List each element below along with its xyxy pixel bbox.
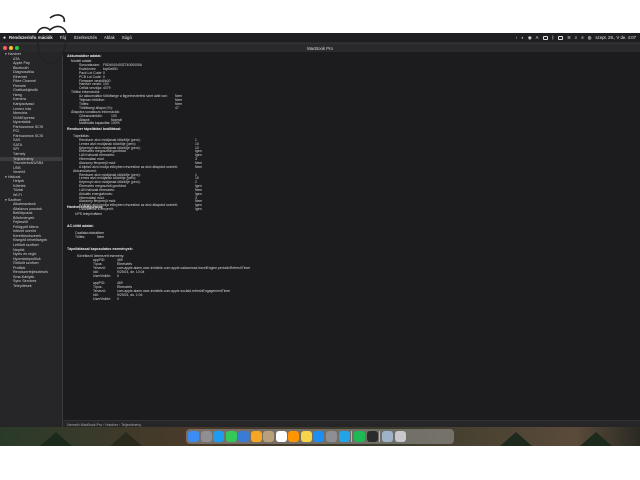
appstore-icon[interactable] — [313, 431, 325, 442]
system-information-window: MacBook Pro ▾ Hardver ATA Apple Pay Bluetoo… — [0, 43, 640, 428]
photos-icon[interactable] — [250, 431, 262, 442]
wifi-icon[interactable]: ≋ — [567, 35, 571, 41]
reminders-icon[interactable] — [288, 431, 300, 442]
desktop-screen: ● Rendszerinformációk Fájl Szerkesztés A… — [0, 33, 640, 446]
messages-icon[interactable] — [225, 431, 237, 442]
downloads-icon[interactable] — [382, 431, 394, 442]
info-label: Maximális kapacitás: — [79, 121, 111, 126]
sidebar-item[interactable]: Telepítések — [0, 284, 62, 289]
launchpad-icon[interactable] — [200, 431, 212, 442]
info-value: 47 — [175, 105, 179, 110]
text-input-icon[interactable]: A — [536, 35, 539, 40]
info-label: UserVisible: — [93, 297, 112, 301]
chevron-left-icon[interactable]: ‹ — [516, 35, 517, 40]
trash-icon[interactable] — [394, 431, 406, 442]
terminal-icon[interactable] — [366, 431, 378, 442]
camera-icon[interactable]: ◉ — [528, 35, 532, 41]
safari-icon[interactable] — [213, 431, 225, 442]
menu-help[interactable]: Súgó — [122, 35, 132, 40]
menubar-clock[interactable]: szept. 29., V de. 4:07 — [595, 35, 636, 40]
window-title: MacBook Pro — [307, 45, 333, 51]
info-label: UserVisible: — [93, 273, 112, 278]
menu-extras: ‹ ◐ ◉ A ᛒ ≋ ⌕ ≡ ◍ szept. 29., V de. 4:07 — [516, 33, 636, 42]
calendar-icon[interactable] — [275, 431, 287, 442]
apple-logo-overlay — [36, 14, 68, 65]
info-value: 0 — [117, 297, 119, 301]
sync-icon[interactable]: ◐ — [521, 35, 524, 40]
search-icon[interactable]: ⌕ — [575, 35, 577, 40]
info-value: bq40z651 — [103, 66, 118, 71]
sidebar[interactable]: ▾ Hardver ATA Apple Pay Bluetooth Diagnoszti… — [0, 52, 63, 428]
finder-icon[interactable] — [188, 431, 199, 442]
sidebar-group-label: Hálózat — [7, 174, 21, 179]
battery-icon[interactable] — [542, 35, 548, 40]
vscode-icon[interactable] — [338, 431, 350, 442]
notes-icon[interactable] — [300, 431, 312, 442]
info-value: Igen — [195, 207, 202, 212]
menu-window[interactable]: Ablak — [104, 35, 115, 40]
info-value: 4079 — [103, 86, 111, 91]
section-heading: Tápellátással kapcsolatos események: — [67, 247, 133, 251]
control-center-icon[interactable]: ≡ — [581, 35, 584, 40]
title-bar[interactable]: MacBook Pro — [0, 44, 640, 52]
apple-menu-icon[interactable]: ● — [0, 35, 9, 41]
section-heading: AC-töltő adatai: — [67, 224, 94, 228]
mail-icon[interactable] — [238, 431, 250, 442]
sidebar-group-label: Hardver — [7, 52, 22, 56]
dock — [186, 429, 454, 444]
info-value: Nem — [97, 234, 105, 239]
siri-icon[interactable]: ◍ — [588, 35, 592, 41]
section-heading: Rendszer tápellátási beállításai: — [67, 127, 122, 131]
spotify-icon[interactable] — [354, 431, 366, 442]
bluetooth-icon[interactable]: ᛒ — [552, 35, 555, 40]
contacts-icon[interactable] — [263, 431, 275, 442]
settings-icon[interactable] — [326, 431, 338, 442]
dock-separator — [351, 431, 353, 442]
info-value: Nem — [95, 212, 103, 216]
info-value: 9/29/24, du. 1:04 — [117, 293, 143, 298]
info-value: 100% — [111, 121, 120, 126]
menu-bar: ● Rendszerinformációk Fájl Szerkesztés A… — [0, 33, 640, 42]
dock-separator — [379, 431, 381, 442]
info-label: Töltés: — [75, 234, 86, 239]
detail-pane[interactable]: Akkumulátor adatai: Modell adatai: Sorozat… — [63, 52, 640, 420]
sidebar-group-label: Szoftver — [7, 197, 22, 202]
info-value: 0 — [117, 273, 119, 278]
info-label: UPS telepítve: — [75, 212, 97, 216]
section-heading: Hardverkonfiguráció: — [67, 205, 104, 209]
info-value: Nem — [195, 164, 203, 169]
info-value: 9/29/24, de. 10:04 — [117, 269, 145, 274]
display-icon[interactable] — [558, 35, 564, 40]
